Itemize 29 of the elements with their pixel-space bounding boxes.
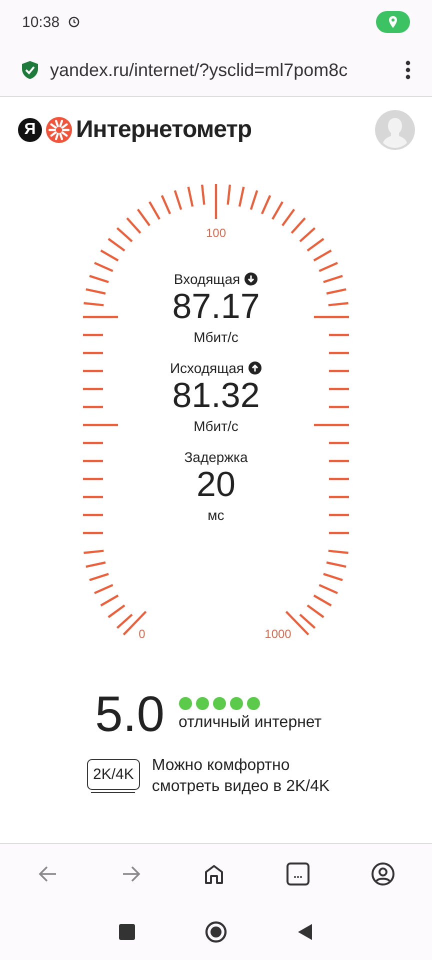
metric-value: 81.32 — [172, 376, 260, 416]
home-icon[interactable] — [202, 863, 225, 885]
scale-label: 100 — [206, 226, 226, 240]
metric-label: Входящая — [174, 271, 240, 287]
metric-unit: Мбит/с — [194, 329, 238, 345]
tabs-icon[interactable] — [286, 862, 310, 886]
verdict-text: отличный интернет — [178, 714, 322, 732]
scale-label: 1000 — [264, 627, 292, 641]
scale-label: 0 — [138, 627, 146, 641]
back-triangle-icon[interactable] — [297, 923, 313, 941]
app-title: Интернетометр — [76, 116, 252, 144]
logo-badge: Я — [18, 118, 42, 142]
metric-unit: Мбит/с — [194, 418, 238, 434]
location-indicator — [376, 11, 410, 33]
metric-unit: мс — [208, 507, 224, 523]
profile-icon[interactable] — [371, 862, 396, 886]
clock-time: 10:38 — [22, 14, 60, 30]
metric-label: Исходящая — [170, 360, 244, 376]
metric-label: Задержка — [184, 449, 248, 465]
quality-text: Можно комфортно смотреть видео в 2K/4K — [152, 756, 331, 797]
upload-icon — [248, 361, 262, 375]
download-icon — [244, 272, 258, 286]
alarm-icon — [68, 16, 80, 28]
score-value: 5.0 — [95, 687, 165, 741]
metric-value: 20 — [196, 465, 236, 505]
shield-check-icon — [22, 61, 38, 79]
sun-logo-icon — [46, 117, 72, 143]
home-circle-icon[interactable] — [205, 921, 227, 943]
metric-value: 87.17 — [172, 287, 260, 327]
